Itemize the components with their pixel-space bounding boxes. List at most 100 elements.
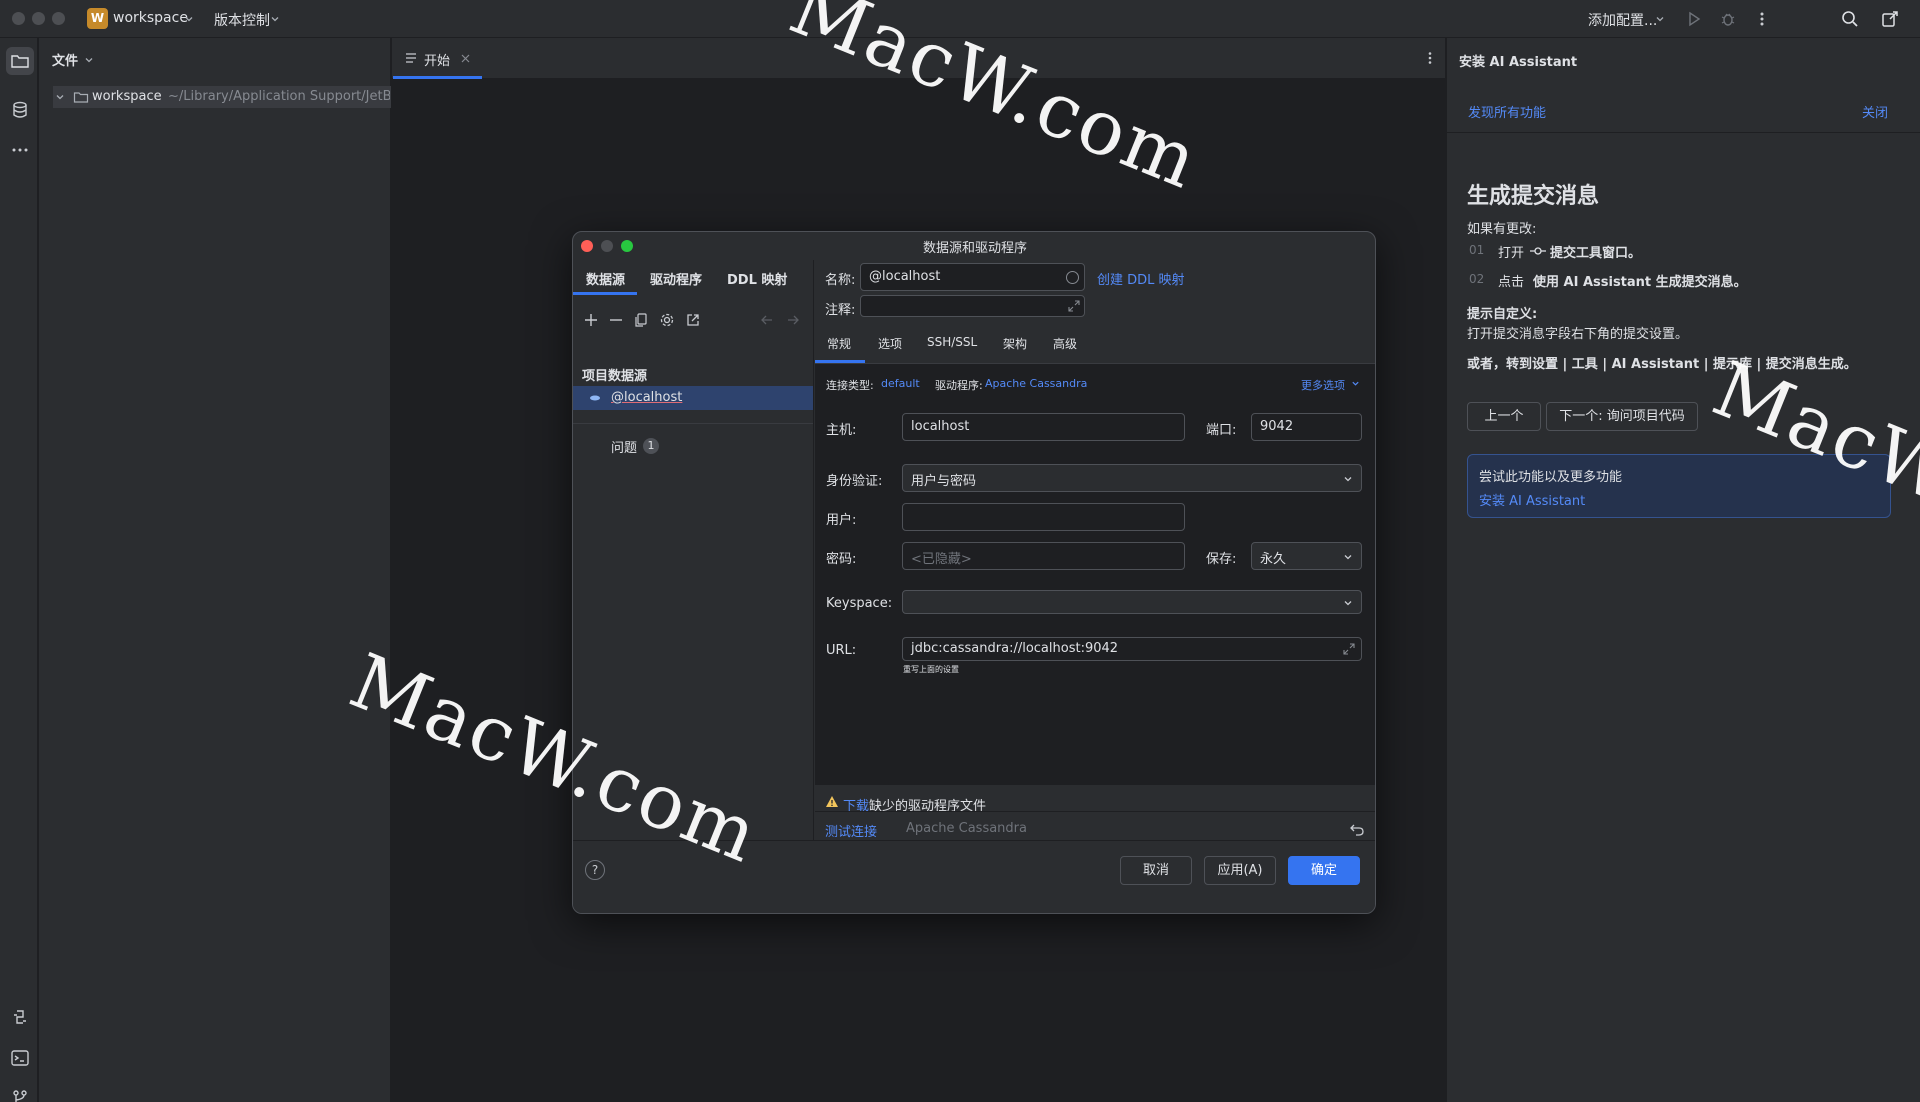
subtab-ssh-ssl[interactable]: SSH/SSL — [927, 335, 977, 349]
dialog-title: 数据源和驱动程序 — [922, 241, 1027, 256]
test-connection-link[interactable]: 测试连接 — [825, 821, 877, 840]
chevron-down-icon[interactable] — [55, 92, 65, 102]
next-button[interactable]: 下一个: 询问项目代码 — [1546, 402, 1698, 431]
vcs-menu[interactable]: 版本控制 — [214, 10, 270, 30]
warning-icon — [826, 796, 838, 807]
keyspace-select[interactable] — [902, 590, 1362, 614]
auth-select[interactable]: 用户与密码 — [902, 464, 1362, 492]
debug-icon[interactable] — [1718, 9, 1738, 29]
git-button[interactable] — [6, 1084, 34, 1102]
folder-icon — [73, 92, 89, 103]
user-input[interactable] — [902, 503, 1185, 531]
tab-datasources[interactable]: 数据源 — [586, 269, 625, 288]
problems-label[interactable]: 问题 — [611, 437, 637, 456]
expand-icon[interactable] — [1068, 300, 1080, 312]
terminal-button[interactable] — [6, 1044, 34, 1072]
divider — [815, 363, 1375, 364]
connection-type-label: 连接类型: — [826, 379, 874, 392]
window-minimize-button[interactable] — [32, 12, 45, 25]
driver-value[interactable]: Apache Cassandra — [985, 377, 1087, 390]
tab-active-indicator — [573, 292, 637, 295]
window-close-button[interactable] — [12, 12, 25, 25]
undo-icon[interactable] — [1350, 822, 1364, 836]
install-ai-link[interactable]: 安装 AI Assistant — [1479, 490, 1585, 509]
color-picker-icon[interactable] — [1066, 271, 1079, 284]
prev-button[interactable]: 上一个 — [1467, 402, 1541, 431]
notifications-icon[interactable] — [1880, 9, 1900, 29]
add-icon[interactable] — [583, 312, 599, 328]
search-icon[interactable] — [1840, 9, 1860, 29]
customize-title: 提示自定义: — [1467, 307, 1538, 322]
if-changes-text: 如果有更改: — [1467, 222, 1537, 237]
subtab-schemas[interactable]: 架构 — [1003, 335, 1027, 352]
forward-arrow-icon[interactable] — [785, 312, 801, 328]
step-number: 02 — [1469, 272, 1485, 286]
expand-icon[interactable] — [1343, 643, 1355, 655]
project-tool-button[interactable] — [6, 47, 34, 75]
host-input[interactable]: localhost — [902, 413, 1185, 441]
chevron-down-icon[interactable] — [84, 55, 94, 65]
test-driver-name: Apache Cassandra — [906, 821, 1027, 836]
close-icon[interactable] — [461, 54, 470, 63]
discover-features-link[interactable]: 发现所有功能 — [1468, 102, 1546, 121]
comment-input[interactable] — [860, 295, 1085, 317]
chevron-down-icon — [1344, 555, 1352, 560]
project-name[interactable]: workspace — [113, 10, 188, 26]
subtab-general[interactable]: 常规 — [827, 335, 851, 352]
more-horizontal-icon — [12, 148, 28, 152]
tab-ddl-mappings[interactable]: DDL 映射 — [727, 269, 787, 288]
connection-type-value[interactable]: default — [881, 377, 920, 390]
add-configuration-button[interactable]: 添加配置... — [1588, 10, 1657, 30]
ok-button[interactable]: 确定 — [1288, 856, 1360, 885]
cancel-button[interactable]: 取消 — [1120, 856, 1192, 885]
more-tools-button[interactable] — [6, 136, 34, 164]
tree-root-path: ~/Library/Application Support/JetBrains — [168, 89, 390, 104]
name-label: 名称: — [825, 273, 856, 288]
database-icon — [13, 101, 27, 118]
step-text: 点击 — [1498, 275, 1525, 290]
step-text-bold: 使用 AI Assistant 生成提交消息。 — [1533, 275, 1747, 290]
more-vertical-icon[interactable] — [1752, 9, 1772, 29]
url-input[interactable]: jdbc:cassandra://localhost:9042 — [902, 637, 1362, 661]
database-tool-button[interactable] — [6, 96, 34, 124]
document-lines-icon — [406, 53, 416, 63]
more-options-link[interactable]: 更多选项 — [1301, 377, 1345, 393]
project-panel-title[interactable]: 文件 — [52, 50, 78, 69]
step-number: 01 — [1469, 243, 1485, 257]
save-select-value: 永久 — [1260, 552, 1287, 567]
subtab-advanced[interactable]: 高级 — [1053, 335, 1077, 352]
more-vertical-icon[interactable] — [1422, 50, 1438, 66]
chevron-down-icon — [1344, 601, 1352, 606]
python-console-button[interactable] — [6, 1004, 34, 1032]
auth-label: 身份验证: — [826, 474, 883, 489]
open-external-icon[interactable] — [685, 312, 701, 328]
apply-button[interactable]: 应用(A) — [1204, 856, 1276, 885]
run-icon[interactable] — [1684, 9, 1704, 29]
tab-drivers[interactable]: 驱动程序 — [650, 269, 702, 288]
keyspace-label: Keyspace: — [826, 596, 893, 611]
back-arrow-icon[interactable] — [759, 312, 775, 328]
settings-icon[interactable] — [659, 312, 675, 328]
project-badge[interactable]: W — [87, 8, 108, 29]
divider — [573, 423, 813, 424]
password-input[interactable]: <已隐藏> — [902, 542, 1185, 570]
password-label: 密码: — [826, 552, 857, 567]
close-panel-link[interactable]: 关闭 — [1862, 102, 1888, 121]
name-input[interactable]: @localhost — [860, 263, 1085, 291]
help-icon[interactable]: ? — [585, 860, 605, 880]
chevron-down-icon — [1344, 477, 1352, 482]
host-label: 主机: — [826, 423, 857, 438]
python-icon — [14, 1010, 26, 1024]
window-zoom-button[interactable] — [52, 12, 65, 25]
create-ddl-mapping-link[interactable]: 创建 DDL 映射 — [1097, 269, 1185, 288]
subtab-options[interactable]: 选项 — [878, 335, 902, 352]
datasource-item-localhost[interactable]: @localhost — [573, 386, 813, 410]
remove-icon[interactable] — [609, 312, 623, 328]
port-input[interactable]: 9042 — [1251, 413, 1362, 441]
problems-count-badge: 1 — [643, 438, 659, 454]
copy-icon[interactable] — [633, 312, 649, 328]
step-text-bold: 提交工具窗口。 — [1550, 246, 1642, 261]
tree-row-workspace[interactable]: workspace ~/Library/Application Support/… — [53, 86, 391, 108]
divider — [1447, 132, 1920, 133]
tab-start[interactable]: 开始 — [392, 38, 482, 79]
